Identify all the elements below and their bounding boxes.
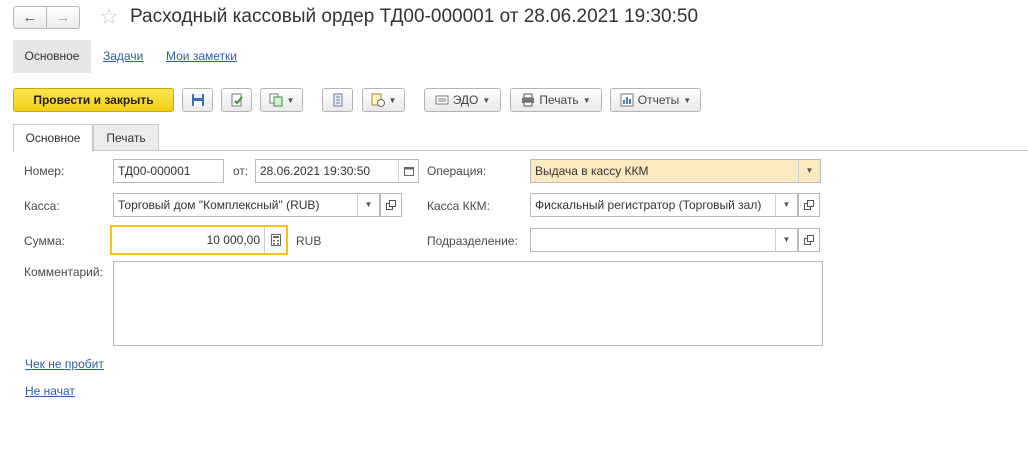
- check-status-link[interactable]: Чек не пробит: [25, 357, 104, 371]
- kassa-label: Касса:: [24, 199, 60, 213]
- division-open-button[interactable]: [798, 228, 820, 252]
- date-field[interactable]: 28.06.2021 19:30:50: [255, 159, 419, 183]
- kassa-kkm-open-button[interactable]: [798, 193, 820, 217]
- kassa-kkm-value: Фискальный регистратор (Торговый зал): [535, 198, 762, 212]
- task-status-link[interactable]: Не начат: [25, 384, 75, 398]
- operation-select[interactable]: Выдача в кассу ККМ ▼: [530, 159, 821, 183]
- window-title: Расходный кассовый ордер ТД00-000001 от …: [130, 6, 699, 27]
- date-value: 28.06.2021 19:30:50: [260, 164, 371, 178]
- operation-value: Выдача в кассу ККМ: [535, 164, 649, 178]
- save-icon: [191, 94, 204, 106]
- sum-field[interactable]: 10 000,00: [110, 225, 288, 255]
- comment-textarea[interactable]: [113, 261, 823, 346]
- calendar-icon[interactable]: [398, 160, 418, 182]
- chevron-down-icon: ▼: [683, 95, 692, 105]
- open-window-icon: [804, 235, 814, 245]
- tab-main[interactable]: Основное: [13, 124, 93, 152]
- chevron-down-icon[interactable]: ▼: [798, 160, 820, 182]
- create-based-on-icon: [269, 93, 283, 107]
- section-main[interactable]: Основное: [13, 40, 91, 73]
- document-structure-icon: [333, 93, 342, 107]
- chevron-down-icon: ▼: [388, 95, 397, 105]
- chevron-down-icon[interactable]: ▼: [775, 229, 797, 251]
- arrow-left-icon: ←: [22, 9, 38, 26]
- post-button[interactable]: [221, 88, 252, 112]
- date-label: от:: [233, 164, 249, 178]
- open-window-icon: [386, 200, 396, 210]
- post-document-icon: [231, 93, 243, 107]
- currency-label: RUB: [296, 234, 322, 248]
- open-window-icon: [804, 200, 814, 210]
- edo-button[interactable]: ЭДО ▼: [424, 88, 501, 112]
- post-and-close-button[interactable]: Провести и закрыть: [13, 88, 174, 112]
- print-button[interactable]: Печать ▼: [510, 88, 602, 112]
- tab-print[interactable]: Печать: [93, 124, 159, 151]
- kassa-value: Торговый дом "Комплексный" (RUB): [118, 198, 320, 212]
- reports-button[interactable]: Отчеты ▼: [610, 88, 701, 112]
- chevron-down-icon: ▼: [482, 95, 491, 105]
- section-tasks[interactable]: Задачи: [103, 40, 143, 73]
- edo-label: ЭДО: [452, 93, 479, 107]
- sum-label: Сумма:: [24, 234, 66, 248]
- post-and-close-label: Провести и закрыть: [33, 93, 154, 107]
- comment-label: Комментарий:: [24, 265, 103, 279]
- kassa-kkm-label: Касса ККМ:: [427, 199, 490, 213]
- arrow-right-icon: →: [55, 9, 71, 26]
- structure-button[interactable]: [322, 88, 353, 112]
- favorite-star-icon[interactable]: ☆: [99, 4, 119, 30]
- reports-icon: [620, 93, 634, 107]
- save-button[interactable]: [182, 88, 213, 112]
- number-label: Номер:: [24, 164, 65, 178]
- chevron-down-icon: ▼: [286, 95, 295, 105]
- calculator-icon[interactable]: [264, 227, 286, 253]
- kassa-kkm-select[interactable]: Фискальный регистратор (Торговый зал) ▼: [530, 193, 798, 217]
- chevron-down-icon: ▼: [582, 95, 591, 105]
- operation-label: Операция:: [427, 164, 487, 178]
- related-documents-button[interactable]: ▼: [362, 88, 405, 112]
- division-label: Подразделение:: [427, 234, 518, 248]
- kassa-open-button[interactable]: [380, 193, 402, 217]
- chevron-down-icon[interactable]: ▼: [357, 194, 379, 216]
- division-select[interactable]: ▼: [530, 228, 798, 252]
- document-clock-icon: [371, 93, 385, 107]
- printer-icon: [522, 93, 535, 107]
- kassa-select[interactable]: Торговый дом "Комплексный" (RUB) ▼: [113, 193, 380, 217]
- back-button[interactable]: ←: [13, 6, 47, 29]
- chevron-down-icon[interactable]: ▼: [775, 194, 797, 216]
- tab-divider: [13, 150, 1028, 151]
- create-based-on-button[interactable]: ▼: [260, 88, 303, 112]
- print-label: Печать: [539, 93, 579, 107]
- reports-label: Отчеты: [637, 93, 680, 107]
- forward-button[interactable]: →: [46, 6, 80, 29]
- section-notes[interactable]: Мои заметки: [166, 40, 237, 73]
- edo-icon: [435, 95, 449, 105]
- number-field[interactable]: ТД00-000001: [113, 159, 224, 183]
- sum-value: 10 000,00: [206, 233, 260, 247]
